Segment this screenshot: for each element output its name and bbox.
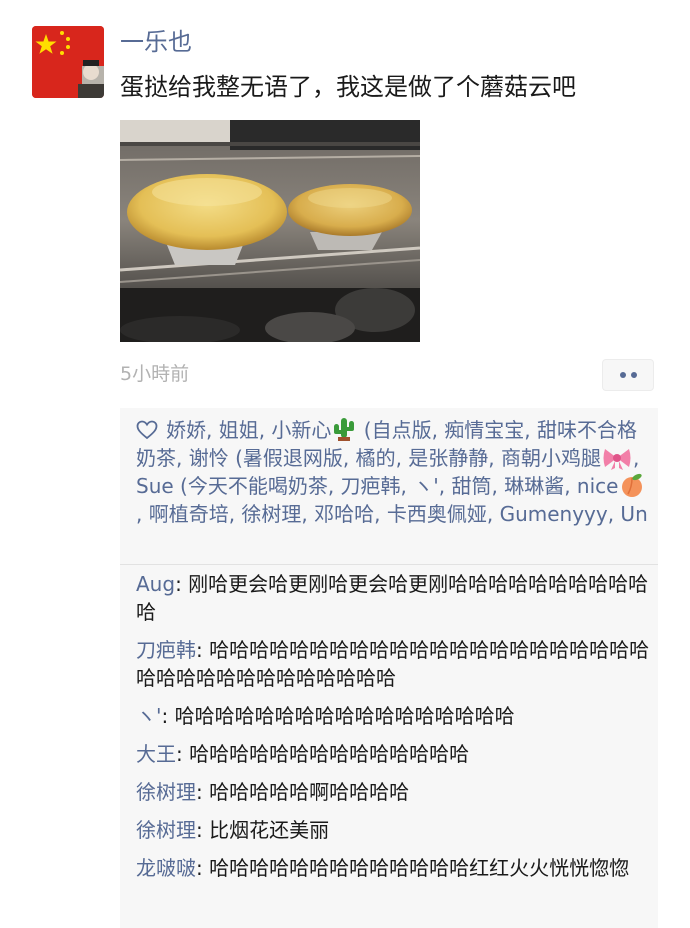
- likes-segment: , 啊植奇培, 徐树理, 邓哈哈, 卡西奥佩娅, Gumenyyy, Un: [136, 502, 648, 526]
- comment-author[interactable]: 龙啵啵: [136, 856, 196, 880]
- comment-text: 比烟花还美丽: [209, 818, 330, 842]
- comment-text: 哈哈哈哈哈哈哈哈哈哈哈哈哈哈哈哈哈: [174, 704, 515, 728]
- comment-author[interactable]: 徐树理: [136, 818, 196, 842]
- comment-separator: :: [161, 704, 175, 728]
- comment-text: 哈哈哈哈哈哈哈哈哈哈哈哈哈红红火火恍恍惚惚: [209, 856, 630, 880]
- comment-text: 哈哈哈哈哈哈哈哈哈哈哈哈哈哈: [189, 742, 470, 766]
- comment-separator: :: [175, 572, 189, 596]
- comment-text: 哈哈哈哈哈哈哈哈哈哈哈哈哈哈哈哈哈哈哈哈哈哈哈哈哈哈哈哈哈哈哈哈哈哈哈: [136, 638, 650, 690]
- more-dots-icon: [630, 372, 637, 378]
- comment-author[interactable]: Aug: [136, 572, 175, 596]
- comment-separator: :: [196, 818, 210, 842]
- more-dots-icon: [619, 372, 626, 378]
- post-time: 5小時前: [120, 363, 190, 385]
- comments-list: Aug: 刚哈更会哈更刚哈更会哈更刚哈哈哈哈哈哈哈哈哈哈哈 刀疤韩: 哈哈哈哈哈…: [136, 570, 650, 892]
- egg-tart-oven-image: [120, 120, 420, 342]
- comment-item[interactable]: ヽ': 哈哈哈哈哈哈哈哈哈哈哈哈哈哈哈哈哈: [136, 702, 650, 730]
- comment-item[interactable]: 徐树理: 哈哈哈哈哈啊哈哈哈哈: [136, 778, 650, 806]
- comment-item[interactable]: 大王: 哈哈哈哈哈哈哈哈哈哈哈哈哈哈: [136, 740, 650, 768]
- comment-separator: :: [196, 856, 210, 880]
- comment-text: 刚哈更会哈更刚哈更会哈更刚哈哈哈哈哈哈哈哈哈哈哈: [136, 572, 649, 624]
- ribbon-emoji: [603, 449, 631, 470]
- peach-emoji: [622, 473, 643, 497]
- comment-author[interactable]: 刀疤韩: [136, 638, 196, 662]
- comment-author[interactable]: ヽ': [136, 704, 162, 728]
- heart-outline-icon: [136, 420, 158, 440]
- avatar[interactable]: [32, 26, 104, 98]
- comment-item[interactable]: 龙啵啵: 哈哈哈哈哈哈哈哈哈哈哈哈哈红红火火恍恍惚惚: [136, 854, 650, 882]
- likes-comments-divider: [120, 564, 658, 565]
- likes-list[interactable]: 娇娇, 姐姐, 小新心 (自点版, 痴情宝宝, 甜味不合格奶茶, 谢怜 (暑假退…: [136, 416, 648, 528]
- comment-separator: :: [196, 638, 210, 662]
- cactus-emoji: [334, 418, 355, 441]
- post-text: 蛋挞给我整无语了，我这是做了个蘑菇云吧: [120, 73, 576, 101]
- post-photo[interactable]: [120, 120, 420, 342]
- interaction-panel: 娇娇, 姐姐, 小新心 (自点版, 痴情宝宝, 甜味不合格奶茶, 谢怜 (暑假退…: [120, 408, 658, 928]
- comment-item[interactable]: 徐树理: 比烟花还美丽: [136, 816, 650, 844]
- comment-text: 哈哈哈哈哈啊哈哈哈哈: [209, 780, 410, 804]
- comment-separator: :: [196, 780, 210, 804]
- more-actions-button[interactable]: [602, 359, 654, 391]
- moments-post: 一乐也 蛋挞给我整无语了，我这是做了个蘑菇云吧 5小時前 娇娇, 姐姐, 小新心…: [0, 0, 690, 928]
- comment-item[interactable]: Aug: 刚哈更会哈更刚哈更会哈更刚哈哈哈哈哈哈哈哈哈哈哈: [136, 570, 650, 626]
- flag-avatar-image: [32, 26, 104, 98]
- comment-author[interactable]: 徐树理: [136, 780, 196, 804]
- comment-item[interactable]: 刀疤韩: 哈哈哈哈哈哈哈哈哈哈哈哈哈哈哈哈哈哈哈哈哈哈哈哈哈哈哈哈哈哈哈哈哈哈哈: [136, 636, 650, 692]
- comment-separator: :: [176, 742, 190, 766]
- comment-author[interactable]: 大王: [136, 742, 176, 766]
- author-name[interactable]: 一乐也: [120, 26, 192, 58]
- likes-segment: 娇娇, 姐姐, 小新心: [166, 418, 332, 442]
